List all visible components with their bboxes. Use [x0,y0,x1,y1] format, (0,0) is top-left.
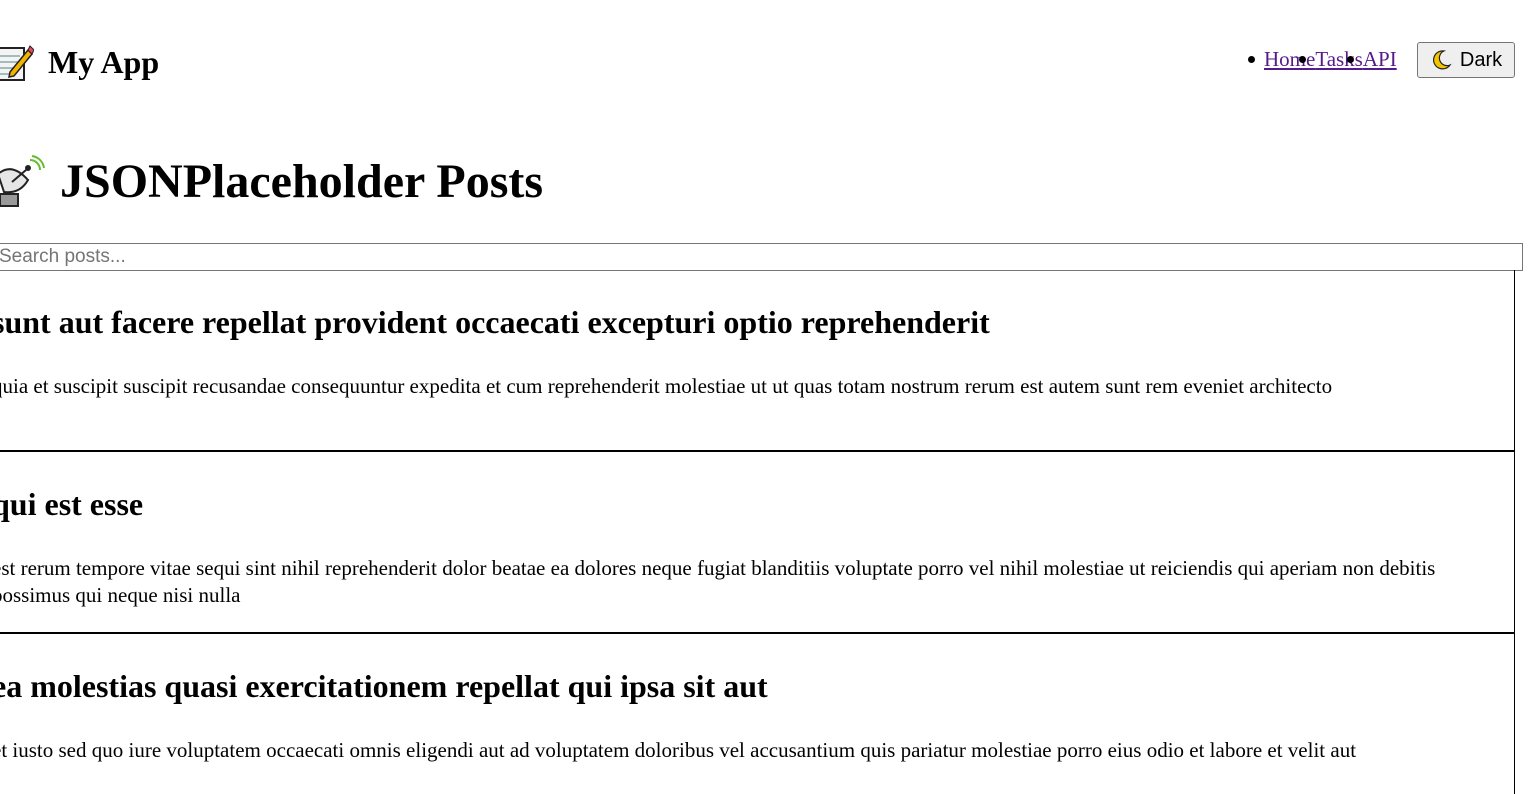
post-body: quia et suscipit suscipit recusandae con… [0,374,1333,398]
theme-toggle-label: Dark [1459,48,1503,71]
memo-icon [0,42,35,82]
nav-link-home[interactable]: Home [1264,47,1315,71]
app-title: My App [0,40,159,84]
app-title-text: My App [48,44,160,80]
post-card: sunt aut facere repellat provident occae… [0,270,1515,452]
app-viewport: My App Home Tasks API Dark JSONPlacehold… [0,0,1531,794]
nav-item-home: Home [1247,44,1315,74]
post-title: ea molestias quasi exercitationem repell… [0,668,768,704]
post-body: et iusto sed quo iure voluptatem occaeca… [0,738,1357,762]
app-header: My App Home Tasks API Dark [0,0,1531,120]
satellite-icon [0,154,46,210]
theme-toggle-button[interactable]: Dark [1417,42,1515,78]
page-scrollbar[interactable] [1523,270,1531,794]
nav-item-api: API [1346,44,1397,74]
page-title: JSONPlaceholder Posts [0,150,543,214]
search-input[interactable] [0,243,1523,271]
post-card: qui est esse est rerum tempore vitae seq… [0,452,1515,634]
page-title-text: JSONPlaceholder Posts [60,155,544,208]
nav-item-tasks: Tasks [1299,44,1363,74]
main-nav: Home Tasks API [1240,44,1397,74]
post-title: qui est esse [0,486,144,522]
nav-link-api[interactable]: API [1363,47,1397,71]
post-card: ea molestias quasi exercitationem repell… [0,634,1515,794]
posts-list: sunt aut facere repellat provident occae… [0,270,1515,794]
post-title: sunt aut facere repellat provident occae… [0,304,990,340]
moon-icon [1430,49,1452,71]
post-body: est rerum tempore vitae sequi sint nihil… [0,556,1436,607]
nav-link-tasks[interactable]: Tasks [1315,47,1363,71]
